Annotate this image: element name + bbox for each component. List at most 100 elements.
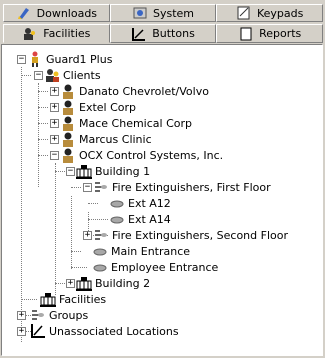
tree-node-facilities[interactable]: Facilities xyxy=(40,291,106,307)
building-icon xyxy=(40,293,56,307)
buttons-icon xyxy=(132,27,146,41)
tab-row-back: Downloads System Keypads xyxy=(3,4,324,24)
location-icon xyxy=(93,248,107,256)
building-icon xyxy=(76,277,92,291)
tree-line xyxy=(88,219,108,220)
tree-node-building[interactable]: Building 2 xyxy=(76,275,150,291)
tree-node-building[interactable]: Building 1 xyxy=(76,163,150,179)
tab-label: Facilities xyxy=(43,27,91,40)
tab-label: Reports xyxy=(259,27,302,40)
tree-line xyxy=(71,267,87,268)
expand-toggle[interactable]: + xyxy=(50,119,59,128)
tree-line xyxy=(88,203,98,204)
tab-label: Downloads xyxy=(36,6,98,20)
tree-line xyxy=(55,163,56,295)
facilities-icon xyxy=(24,27,36,40)
client-icon xyxy=(63,132,73,147)
tree-node-groups[interactable]: Groups xyxy=(30,307,88,323)
collapse-toggle[interactable]: − xyxy=(83,183,92,192)
unassociated-icon xyxy=(31,324,45,338)
tree-line xyxy=(21,67,22,342)
tree-line xyxy=(21,299,37,300)
expand-toggle[interactable]: + xyxy=(50,87,59,96)
tree-node-client[interactable]: Marcus Clinic xyxy=(60,131,152,147)
expand-toggle[interactable]: + xyxy=(50,135,59,144)
tab-reports[interactable]: Reports xyxy=(216,24,324,43)
expand-toggle[interactable]: + xyxy=(17,327,26,336)
node-label: Guard1 Plus xyxy=(46,52,113,66)
client-icon xyxy=(63,84,73,99)
tree-panel: − Guard1 Plus − Clients + Danato Chevrol… xyxy=(1,44,323,356)
tree-node-location[interactable]: Main Entrance xyxy=(92,243,190,259)
node-label: Building 1 xyxy=(95,164,151,178)
tab-facilities[interactable]: Facilities xyxy=(3,24,110,43)
node-label: Fire Extinguishers, Second Floor xyxy=(112,228,288,242)
tree-line xyxy=(38,91,48,92)
node-label: Groups xyxy=(49,308,89,322)
node-label: Ext A14 xyxy=(128,212,171,226)
expand-toggle[interactable]: + xyxy=(83,231,92,240)
tree-line xyxy=(38,107,48,108)
guard-icon xyxy=(32,51,38,67)
node-label: Fire Extinguishers, First Floor xyxy=(112,180,271,194)
tab-downloads[interactable]: Downloads xyxy=(3,4,110,22)
collapse-toggle[interactable]: − xyxy=(17,55,26,64)
node-label: Building 2 xyxy=(95,276,151,290)
node-label: Extel Corp xyxy=(79,100,137,114)
tree-line xyxy=(38,83,39,187)
group-icon xyxy=(32,310,44,320)
node-label: Marcus Clinic xyxy=(79,132,152,146)
node-label: Danato Chevrolet/Volvo xyxy=(79,84,209,98)
tree-node-location[interactable]: Ext A14 xyxy=(109,211,171,227)
keypads-icon xyxy=(237,6,250,20)
tab-keypads[interactable]: Keypads xyxy=(216,4,324,22)
location-icon xyxy=(93,264,107,272)
tab-label: Buttons xyxy=(152,27,195,40)
downloads-icon xyxy=(17,8,29,19)
node-label: Clients xyxy=(63,68,101,82)
facilities-tree: − Guard1 Plus − Clients + Danato Chevrol… xyxy=(2,45,322,355)
node-label: OCX Control Systems, Inc. xyxy=(79,148,224,162)
collapse-toggle[interactable]: − xyxy=(66,167,75,176)
tree-node-unassociated[interactable]: Unassociated Locations xyxy=(30,323,179,339)
tree-line xyxy=(21,75,31,76)
node-label: Mace Chemical Corp xyxy=(79,116,192,130)
collapse-toggle[interactable]: − xyxy=(50,151,59,160)
node-label: Facilities xyxy=(59,292,107,306)
tab-buttons[interactable]: Buttons xyxy=(109,24,217,43)
expand-toggle[interactable]: + xyxy=(17,311,26,320)
expand-toggle[interactable]: + xyxy=(50,103,59,112)
clients-icon xyxy=(46,69,59,82)
tab-row-front: Facilities Buttons Reports xyxy=(3,24,324,44)
building-icon xyxy=(76,165,92,179)
location-icon xyxy=(110,216,124,224)
node-label: Employee Entrance xyxy=(111,260,219,274)
tree-line xyxy=(71,187,81,188)
tree-node-group[interactable]: Fire Extinguishers, Second Floor xyxy=(93,227,288,243)
tree-node-group[interactable]: Fire Extinguishers, First Floor xyxy=(93,179,271,195)
expand-toggle[interactable]: + xyxy=(66,279,75,288)
tree-line xyxy=(38,139,48,140)
tree-node-location[interactable]: Ext A12 xyxy=(109,195,171,211)
system-icon xyxy=(133,7,147,19)
tree-node-client[interactable]: Mace Chemical Corp xyxy=(60,115,192,131)
group-icon xyxy=(95,230,107,240)
client-icon xyxy=(63,100,73,115)
tree-node-root[interactable]: Guard1 Plus xyxy=(27,51,112,67)
group-icon xyxy=(95,182,107,192)
node-label: Main Entrance xyxy=(111,244,191,258)
tree-line xyxy=(71,196,72,269)
tab-strip: Downloads System Keypads Facilities Butt… xyxy=(0,0,325,46)
collapse-toggle[interactable]: − xyxy=(34,71,43,80)
tree-node-client[interactable]: Extel Corp xyxy=(60,99,136,115)
tree-node-location[interactable]: Employee Entrance xyxy=(92,259,218,275)
tab-system[interactable]: System xyxy=(109,4,217,22)
tree-node-clients[interactable]: Clients xyxy=(44,67,101,83)
tree-line xyxy=(55,283,65,284)
node-label: Ext A12 xyxy=(128,196,171,210)
tree-line xyxy=(55,171,65,172)
tree-node-client[interactable]: OCX Control Systems, Inc. xyxy=(60,147,223,163)
client-icon xyxy=(63,116,73,131)
tree-node-client[interactable]: Danato Chevrolet/Volvo xyxy=(60,83,209,99)
location-icon xyxy=(110,200,124,208)
